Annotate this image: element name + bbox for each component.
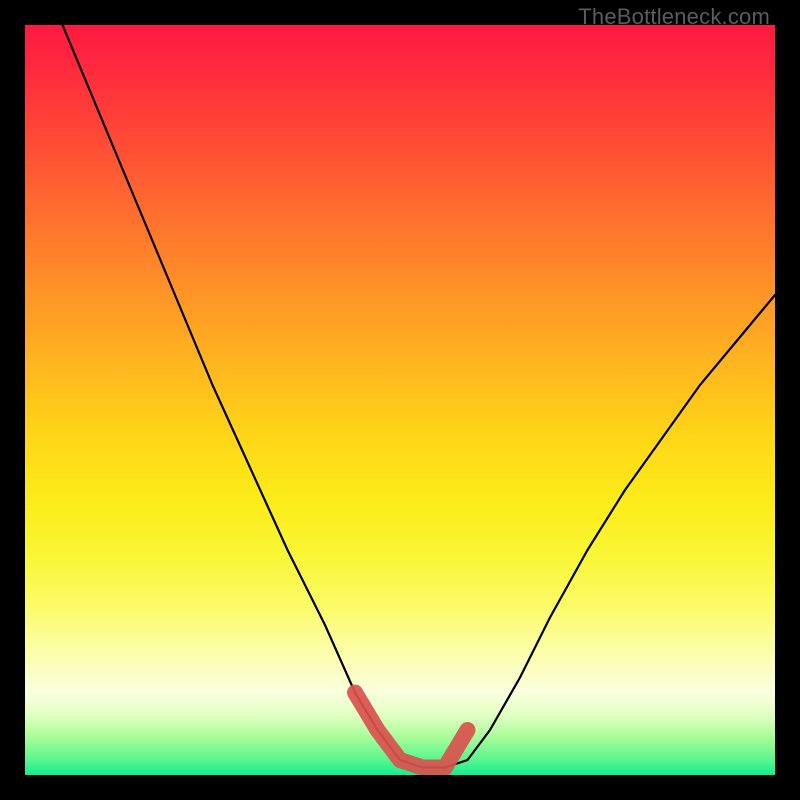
chart-svg xyxy=(25,25,775,775)
highlight-group xyxy=(355,693,468,768)
chart-container: TheBottleneck.com xyxy=(0,0,800,800)
main-curve xyxy=(63,25,776,768)
highlight-curve xyxy=(355,693,468,768)
curve-group xyxy=(63,25,776,768)
plot-area xyxy=(25,25,775,775)
